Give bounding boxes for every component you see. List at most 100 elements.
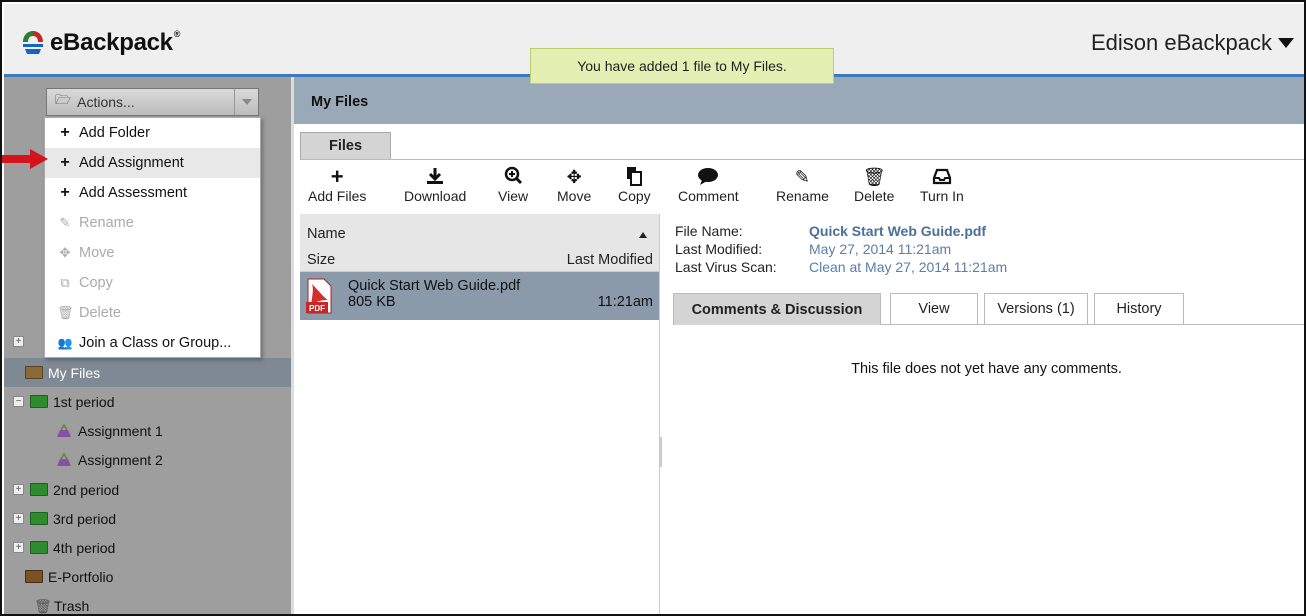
logo-icon: [23, 31, 43, 54]
sort-up-icon[interactable]: [639, 232, 647, 238]
file-details: File Name: Quick Start Web Guide.pdf Las…: [667, 214, 1304, 614]
sidebar-item-label: 3rd period: [53, 510, 117, 527]
download-button[interactable]: Download: [404, 166, 466, 204]
view-button[interactable]: View: [498, 166, 528, 204]
trash-icon: 🗑: [862, 167, 886, 187]
app-window: eBackpack® Edison eBackpack 🗁 Actions...…: [0, 0, 1306, 616]
sidebar-item-1st-period[interactable]: − 1st period: [4, 387, 291, 416]
sidebar-item-3rd-period[interactable]: + 3rd period: [4, 504, 291, 533]
sidebar-item-2nd-period[interactable]: + 2nd period: [4, 475, 291, 504]
expand-icon[interactable]: +: [13, 513, 24, 524]
sidebar-item-my-files[interactable]: My Files: [4, 358, 291, 387]
last-modified-value: May 27, 2014 11:21am: [809, 241, 952, 257]
file-modified: 11:21am: [597, 294, 653, 310]
menu-item-add-assessment[interactable]: + Add Assessment: [45, 178, 260, 208]
column-name[interactable]: Name: [307, 226, 346, 242]
expand-icon[interactable]: +: [13, 542, 24, 553]
detail-tabs: Comments & Discussion View Versions (1) …: [673, 293, 1304, 325]
menu-item-rename[interactable]: ✎ Rename: [45, 208, 260, 238]
edit-icon: ✎: [59, 215, 71, 230]
copy-icon: [618, 166, 651, 188]
menu-item-label: Add Folder: [79, 125, 150, 141]
sidebar-item-trash[interactable]: 🗑 Trash: [4, 591, 291, 614]
file-metadata: File Name: Quick Start Web Guide.pdf Las…: [675, 222, 1007, 276]
toolbar: + Add Files Download View ✥ Move Copy Co…: [300, 159, 1304, 214]
menu-item-label: Add Assessment: [79, 185, 187, 201]
copy-label: Copy: [618, 188, 651, 204]
pdf-file-icon: PDF: [306, 278, 332, 314]
plus-icon: +: [60, 124, 70, 141]
title-bar: My Files: [294, 77, 1304, 124]
tab-versions[interactable]: Versions (1): [984, 293, 1088, 325]
expand-icon[interactable]: +: [13, 336, 24, 347]
actions-dropdown[interactable]: 🗁 Actions...: [46, 88, 259, 116]
expand-icon[interactable]: +: [13, 484, 24, 495]
file-name: Quick Start Web Guide.pdf: [348, 278, 521, 294]
sidebar-item-e-portfolio[interactable]: E-Portfolio: [4, 562, 291, 591]
sidebar-item-assignment-1[interactable]: Assignment 1: [4, 416, 291, 445]
inbox-icon: [920, 166, 964, 188]
menu-item-move[interactable]: ✥ Move: [45, 238, 260, 268]
menu-item-label: Rename: [79, 215, 134, 231]
add-files-button[interactable]: + Add Files: [308, 164, 366, 205]
actions-label-wrap: 🗁 Actions...: [47, 91, 234, 113]
menu-item-label: Move: [79, 245, 115, 261]
turn-in-button[interactable]: Turn In: [920, 166, 964, 204]
copy-icon: ⧉: [60, 275, 70, 290]
comment-button[interactable]: Comment: [678, 166, 739, 204]
column-last-modified[interactable]: Last Modified: [567, 252, 653, 268]
tab-comments[interactable]: Comments & Discussion: [673, 293, 881, 325]
virus-scan-value: Clean at May 27, 2014 11:21am: [809, 259, 1008, 275]
menu-item-label: Delete: [79, 305, 121, 321]
folder-icon: [30, 512, 48, 525]
page-title: My Files: [311, 94, 369, 110]
menu-item-label: Copy: [79, 275, 113, 291]
user-menu-label: Edison eBackpack: [1091, 30, 1272, 55]
tab-view[interactable]: View: [890, 293, 978, 325]
collapse-icon[interactable]: −: [13, 396, 24, 407]
menu-item-delete[interactable]: 🗑 Delete: [45, 298, 260, 328]
menu-item-add-assignment[interactable]: + Add Assignment: [45, 148, 260, 178]
plus-icon: +: [330, 164, 344, 189]
edit-icon: ✎: [794, 167, 810, 187]
sidebar-item-assignment-2[interactable]: Assignment 2: [4, 445, 291, 474]
menu-item-join-class[interactable]: 👥 Join a Class or Group...: [45, 328, 260, 358]
menu-item-add-folder[interactable]: + Add Folder: [45, 118, 260, 148]
menu-item-copy[interactable]: ⧉ Copy: [45, 268, 260, 298]
svg-text:PDF: PDF: [309, 304, 325, 313]
tab-history[interactable]: History: [1094, 293, 1184, 325]
turn-in-label: Turn In: [920, 188, 964, 204]
rename-label: Rename: [776, 188, 829, 204]
user-menu[interactable]: Edison eBackpack: [1091, 30, 1294, 56]
sidebar-item-label: E-Portfolio: [48, 568, 114, 585]
file-row[interactable]: PDF Quick Start Web Guide.pdf 805 KB 11:…: [300, 272, 659, 320]
notification-toast: You have added 1 file to My Files.: [530, 48, 834, 84]
folder-open-icon: 🗁: [55, 92, 72, 107]
comment-icon: [678, 166, 739, 188]
delete-button[interactable]: 🗑 Delete: [854, 166, 894, 204]
file-list: Name Size Last Modified PDF Quick Start …: [300, 214, 660, 614]
file-name-value[interactable]: Quick Start Web Guide.pdf: [809, 222, 986, 240]
plus-icon: +: [60, 184, 70, 201]
caret-down-icon: [1278, 38, 1294, 48]
delete-label: Delete: [854, 188, 895, 204]
rename-button[interactable]: ✎ Rename: [776, 166, 829, 204]
chevron-down-icon: [234, 89, 258, 115]
file-name-label: File Name:: [675, 223, 743, 239]
pane-splitter[interactable]: [660, 437, 662, 467]
assignment-icon: [57, 423, 71, 437]
folder-icon: [25, 570, 43, 583]
copy-button[interactable]: Copy: [618, 166, 651, 204]
folder-icon: [30, 541, 48, 554]
tab-files[interactable]: Files: [300, 132, 391, 159]
empty-comments-message: This file does not yet have any comments…: [851, 361, 1122, 377]
logo[interactable]: eBackpack®: [18, 28, 180, 58]
assignment-icon: [57, 452, 71, 466]
sidebar-item-label: Assignment 2: [78, 451, 163, 468]
move-button[interactable]: ✥ Move: [557, 166, 591, 204]
actions-menu: + Add Folder + Add Assignment + Add Asse…: [44, 117, 261, 358]
sidebar-item-4th-period[interactable]: + 4th period: [4, 533, 291, 562]
column-size[interactable]: Size: [307, 252, 335, 268]
view-label: View: [498, 188, 529, 204]
menu-item-label: Add Assignment: [79, 155, 184, 171]
